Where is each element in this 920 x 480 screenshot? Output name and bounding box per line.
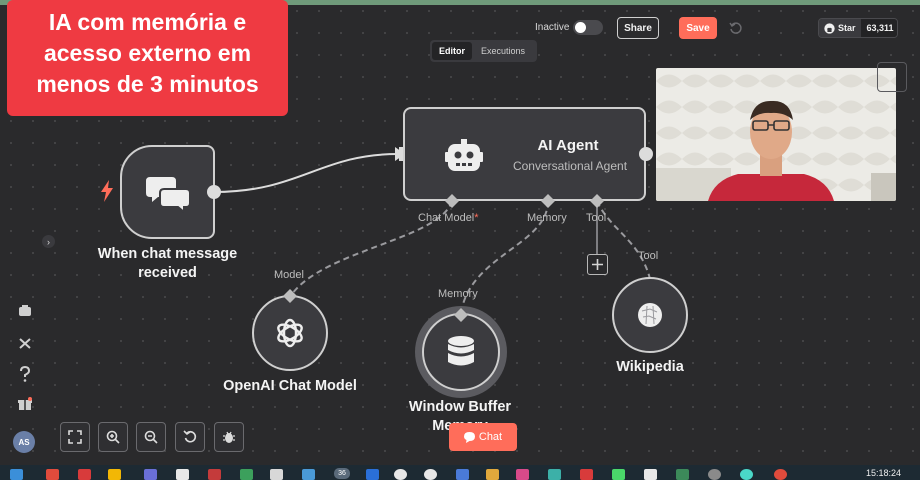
taskbar-app-icon[interactable] — [486, 469, 499, 480]
file-explorer-icon[interactable] — [108, 469, 121, 480]
windows-start-icon[interactable] — [10, 469, 23, 480]
openai-node-label: OpenAI Chat Model — [223, 378, 357, 394]
trigger-label-line: received — [138, 265, 197, 281]
taskbar-app-icon[interactable] — [708, 469, 721, 480]
tool-input-label: Tool — [586, 212, 607, 224]
zoom-out-button[interactable] — [136, 422, 166, 452]
taskbar-app-icon[interactable] — [270, 469, 283, 480]
workflow-active-toggle[interactable] — [573, 20, 603, 35]
node-wikipedia[interactable] — [612, 277, 688, 353]
taskbar-app-icon[interactable] — [240, 469, 253, 480]
chat-bubbles-icon — [146, 177, 190, 213]
openai-logo-icon — [277, 318, 303, 348]
trigger-bolt-icon — [101, 180, 113, 202]
agent-output-port[interactable] — [638, 146, 654, 162]
canvas-fullscreen-icon[interactable] — [877, 62, 907, 92]
editor-tabs: Editor Executions — [430, 40, 537, 62]
zoom-out-icon — [144, 430, 158, 444]
plus-icon — [592, 259, 603, 270]
video-overlay-title: IA com memória e acesso externo em menos… — [7, 0, 288, 116]
wikipedia-node-label: Wikipedia — [616, 359, 684, 375]
debug-button[interactable] — [214, 422, 244, 452]
agent-tool-port[interactable] — [590, 194, 604, 208]
whats-new-gift-icon[interactable] — [14, 393, 36, 415]
zoom-to-fit-button[interactable] — [60, 422, 90, 452]
github-star-widget[interactable]: Star 63,311 — [818, 18, 898, 38]
help-icon[interactable] — [14, 363, 36, 385]
add-tool-plus-button[interactable] — [587, 254, 608, 275]
github-star-count: 63,311 — [860, 19, 897, 37]
trigger-node-label: When chat message received — [80, 245, 255, 283]
tab-executions[interactable]: Executions — [474, 42, 532, 60]
tab-editor[interactable]: Editor — [432, 42, 472, 60]
wikipedia-port-label: Tool — [638, 250, 659, 262]
taskbar-app-icon[interactable] — [302, 469, 315, 480]
taskbar-clock: 15:18:24 — [866, 468, 902, 478]
github-icon — [824, 22, 835, 34]
database-icon — [448, 336, 474, 366]
undo-arrow-icon — [183, 430, 197, 443]
webcam-feed — [656, 68, 896, 201]
robot-icon — [445, 139, 483, 171]
taskbar-app-icon[interactable] — [612, 469, 625, 480]
reset-zoom-button[interactable] — [175, 422, 205, 452]
sidebar-expand-chevron-icon[interactable]: › — [42, 235, 55, 248]
open-chat-button[interactable]: Chat — [449, 423, 517, 451]
agent-memory-port[interactable] — [541, 194, 555, 208]
openai-output-port[interactable] — [283, 289, 297, 303]
taskbar-app-icon[interactable] — [676, 469, 689, 480]
wikipedia-globe-icon — [638, 303, 662, 327]
share-button[interactable]: Share — [617, 17, 659, 39]
workflow-history-icon[interactable] — [728, 20, 744, 36]
memory-label-line: Window Buffer — [408, 399, 512, 415]
templates-icon[interactable] — [14, 300, 36, 322]
taskbar-app-icon[interactable] — [644, 469, 657, 480]
chat-model-input-text: Chat Model — [418, 212, 475, 224]
chat-model-input-label: Chat Model* — [418, 212, 479, 224]
agent-node-subtitle: Conversational Agent — [512, 159, 628, 173]
trigger-output-port[interactable] — [206, 184, 222, 200]
memory-output-port[interactable] — [454, 308, 468, 322]
trigger-label-line: When chat message — [97, 246, 238, 262]
taskbar-app-icon[interactable] — [366, 469, 379, 480]
taskbar-app-icon[interactable] — [548, 469, 561, 480]
taskbar-app-icon[interactable] — [424, 469, 437, 480]
taskbar-app-icon[interactable] — [580, 469, 593, 480]
overlay-title-line: acesso externo em — [43, 40, 252, 66]
taskbar-app-icon[interactable] — [78, 469, 91, 480]
memory-port-label: Memory — [438, 288, 478, 300]
overlay-title-line: menos de 3 minutos — [36, 71, 259, 97]
taskbar-app-icon[interactable] — [394, 469, 407, 480]
taskbar-app-icon[interactable] — [208, 469, 221, 480]
zoom-in-button[interactable] — [98, 422, 128, 452]
taskbar-app-icon[interactable] — [456, 469, 469, 480]
chrome-icon[interactable] — [774, 469, 787, 480]
agent-chat-model-port[interactable] — [445, 194, 459, 208]
node-openai-chat-model[interactable] — [252, 295, 328, 371]
required-mark: * — [474, 212, 479, 224]
openai-port-label: Model — [274, 269, 304, 281]
taskbar-app-icon[interactable] — [46, 469, 59, 480]
agent-node-title: AI Agent — [537, 137, 599, 154]
bug-icon — [223, 431, 235, 443]
chat-bubble-icon — [463, 431, 475, 443]
user-avatar[interactable]: AS — [13, 431, 35, 453]
overlay-title-line: IA com memória e — [48, 9, 247, 35]
fit-view-icon — [68, 430, 82, 444]
variables-icon[interactable] — [14, 332, 36, 354]
node-chat-trigger[interactable] — [120, 145, 215, 239]
workflow-active-label: Inactive — [535, 22, 570, 33]
taskbar-app-icon[interactable] — [516, 469, 529, 480]
taskbar-app-icon[interactable] — [176, 469, 189, 480]
save-button[interactable]: Save — [679, 17, 717, 39]
memory-input-label: Memory — [527, 212, 567, 224]
taskbar-app-icon[interactable] — [740, 469, 753, 480]
chat-button-label: Chat — [478, 431, 503, 443]
taskbar-app-icon[interactable] — [144, 469, 157, 480]
node-window-buffer-memory[interactable] — [422, 313, 500, 391]
zoom-in-icon — [106, 430, 120, 444]
node-ai-agent[interactable]: AI Agent Conversational Agent — [403, 107, 646, 201]
github-star-label: Star — [838, 23, 856, 33]
taskbar-badge: 36 — [334, 468, 350, 479]
